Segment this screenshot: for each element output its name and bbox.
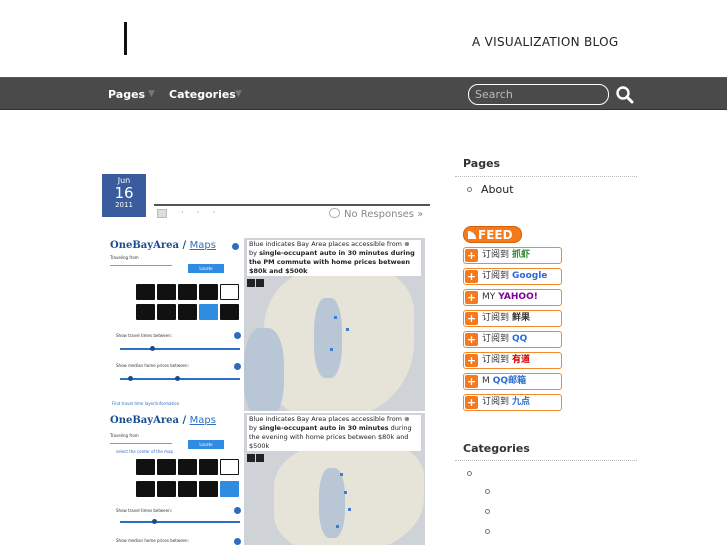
post-title-divider — [154, 204, 430, 206]
info-link: Find travel time layer/information — [112, 401, 180, 406]
site-logo[interactable] — [124, 22, 127, 55]
subscribe-youdao-button[interactable]: + 订阅到 有道 — [463, 352, 562, 369]
info-icon — [232, 243, 239, 250]
home-prices-label: Show median home prices between: — [116, 363, 189, 368]
post-date-year: 2011 — [115, 201, 133, 209]
subscribe-yahoo-button[interactable]: + MY YAHOO! — [463, 289, 562, 306]
sidebar-pages-title: Pages — [463, 157, 501, 170]
bay-area-map: Blue indicates Bay Area places accessibl… — [244, 238, 425, 411]
divider — [455, 176, 637, 177]
home-price-slider — [120, 376, 240, 381]
chevron-down-icon: ▼ — [148, 89, 155, 99]
subscribe-google-button[interactable]: + 订阅到 Google — [463, 268, 562, 285]
info-icon — [234, 538, 241, 545]
feed-label: FEED — [478, 228, 513, 242]
plus-icon: + — [465, 249, 478, 262]
subscribe-xianguo-button[interactable]: + 订阅到 鲜果 — [463, 310, 562, 327]
brand-logo: OneBayArea / Maps — [110, 240, 216, 251]
brand-logo: OneBayArea / Maps — [110, 415, 216, 426]
travel-times-label: Show travel times between: — [116, 333, 172, 338]
bullet-icon — [485, 529, 490, 534]
map-caption: Blue indicates Bay Area places accessibl… — [247, 240, 421, 276]
origin-field — [110, 439, 172, 444]
nav-item-pages[interactable]: Pages — [108, 88, 145, 101]
subscribe-qqmail-button[interactable]: + M QQ邮箱 — [463, 373, 562, 390]
plus-icon: + — [465, 375, 478, 388]
origin-field — [110, 261, 172, 266]
post-responses-link[interactable]: No Responses » — [329, 208, 423, 220]
rss-icon — [468, 231, 476, 239]
map-caption: Blue indicates Bay Area places accessibl… — [247, 415, 421, 451]
search-input[interactable] — [468, 84, 609, 105]
responses-label: No Responses » — [344, 209, 424, 220]
post-date-day: 16 — [114, 184, 134, 202]
rss-feed-button[interactable]: FEED — [463, 226, 522, 243]
info-icon — [234, 332, 241, 339]
bullet-icon — [467, 471, 472, 476]
nav-item-categories[interactable]: Categories — [169, 88, 236, 101]
plus-icon: + — [465, 312, 478, 325]
plus-icon: + — [465, 291, 478, 304]
bay-water — [314, 298, 342, 378]
map-control-panel: OneBayArea / Maps Traveling from Locate … — [108, 413, 243, 545]
travel-mode-icons — [136, 459, 239, 475]
plus-icon: + — [465, 396, 478, 409]
chevron-down-icon: ▼ — [235, 89, 242, 99]
plus-icon: + — [465, 354, 478, 367]
plus-icon: + — [465, 270, 478, 283]
plus-icon: + — [465, 333, 478, 346]
subscribe-jiudian-button[interactable]: + 订阅到 九点 — [463, 394, 562, 411]
locate-button: Locate — [188, 440, 224, 449]
traveling-from-label: Traveling from — [110, 255, 139, 260]
post-image-1[interactable]: OneBayArea / Maps Traveling from Locate … — [108, 238, 425, 411]
bullet-icon — [467, 187, 472, 192]
site-header: A VISUALIZATION BLOG — [0, 0, 727, 76]
main-nav: Pages ▼ Categories ▼ — [0, 77, 727, 110]
bullet-icon — [485, 489, 490, 494]
select-center-link: select the center of the map — [116, 449, 173, 454]
site-tagline: A VISUALIZATION BLOG — [472, 35, 619, 49]
sidebar-categories-title: Categories — [463, 442, 530, 455]
ocean-water — [244, 328, 284, 411]
search-icon[interactable] — [615, 85, 635, 105]
time-icons — [136, 481, 239, 497]
time-icons — [136, 304, 239, 320]
travel-time-slider — [120, 519, 240, 524]
bay-area-map: Blue indicates Bay Area places accessibl… — [244, 413, 425, 545]
subscribe-qq-button[interactable]: + 订阅到 QQ — [463, 331, 562, 348]
zoom-controls — [247, 454, 265, 462]
bay-water — [319, 468, 345, 538]
locate-button: Locate — [188, 264, 224, 273]
post-meta-dots: · · · — [181, 208, 221, 218]
home-prices-label: Show median home prices between: — [116, 538, 189, 543]
land-area — [274, 443, 424, 545]
divider — [455, 460, 637, 461]
category-icon — [157, 209, 167, 218]
zoom-controls — [247, 279, 265, 287]
traveling-from-label: Traveling from — [110, 433, 139, 438]
sidebar-item-about[interactable]: About — [481, 183, 514, 196]
travel-time-slider — [120, 346, 240, 351]
info-icon — [234, 363, 241, 370]
map-control-panel: OneBayArea / Maps Traveling from Locate … — [108, 238, 243, 411]
travel-times-label: Show travel times between: — [116, 508, 172, 513]
subscribe-zhuaxia-button[interactable]: + 订阅到 抓虾 — [463, 247, 562, 264]
post-date-badge: Jun 16 2011 — [102, 174, 146, 217]
comment-icon — [329, 208, 340, 218]
info-icon — [234, 507, 241, 514]
bullet-icon — [485, 509, 490, 514]
travel-mode-icons — [136, 284, 239, 300]
post-image-2[interactable]: OneBayArea / Maps Traveling from Locate … — [108, 413, 425, 545]
